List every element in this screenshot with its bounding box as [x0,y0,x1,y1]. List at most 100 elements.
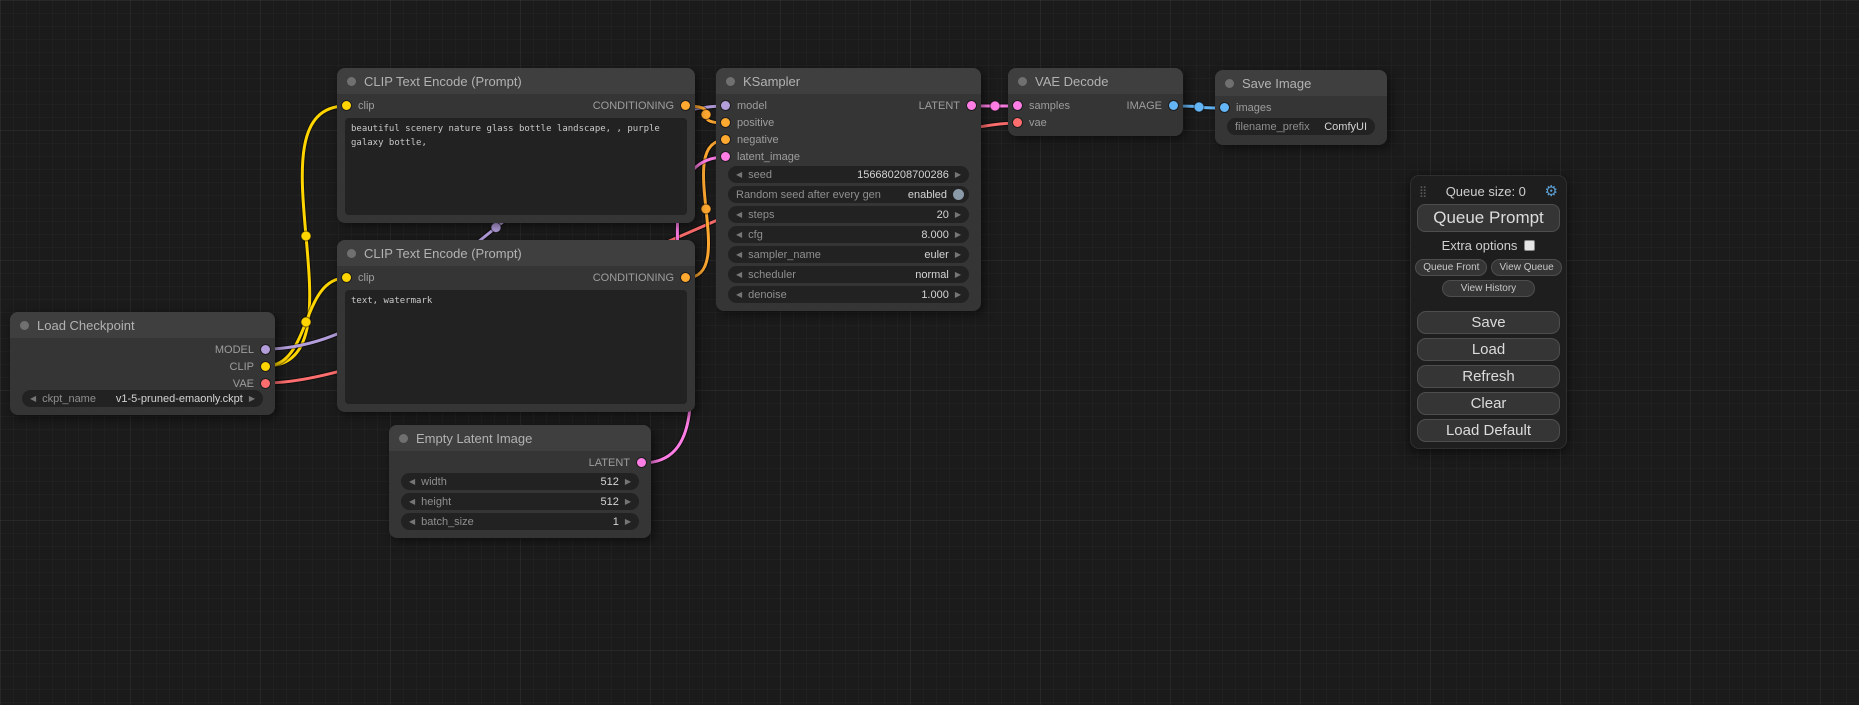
decrement-arrow-icon[interactable]: ◀ [736,230,742,239]
denoise-widget[interactable]: ◀ denoise 1.000 ▶ [728,286,969,303]
load-button[interactable]: Load [1417,338,1560,361]
prompt-textarea[interactable]: beautiful scenery nature glass bottle la… [345,118,687,215]
input-slot-model[interactable]: model [721,97,767,114]
toggle-knob[interactable] [953,189,964,200]
node-titlebar[interactable]: Load Checkpoint [10,312,275,338]
node-clip-text-encode-positive[interactable]: CLIP Text Encode (Prompt) clip CONDITION… [337,68,695,223]
decrement-arrow-icon[interactable]: ◀ [30,394,36,403]
output-slot-image[interactable]: IMAGE [1127,97,1178,114]
decrement-arrow-icon[interactable]: ◀ [409,517,415,526]
node-titlebar[interactable]: Empty Latent Image [389,425,651,451]
scheduler-widget[interactable]: ◀ scheduler normal ▶ [728,266,969,283]
seed-control-widget[interactable]: Random seed after every gen enabled [728,186,969,203]
input-slot-samples[interactable]: samples [1013,97,1070,114]
decrement-arrow-icon[interactable]: ◀ [409,497,415,506]
node-save-image[interactable]: Save Image images filename_prefix ComfyU… [1215,70,1387,145]
output-dot-image[interactable] [1169,101,1178,110]
output-slot-latent[interactable]: LATENT [919,97,976,114]
output-dot-conditioning[interactable] [681,273,690,282]
node-load-checkpoint[interactable]: Load Checkpoint MODEL CLIP VAE ◀ ckpt_na… [10,312,275,415]
view-queue-button[interactable]: View Queue [1491,259,1561,276]
decrement-arrow-icon[interactable]: ◀ [736,210,742,219]
output-dot-model[interactable] [261,345,270,354]
output-dot-clip[interactable] [261,362,270,371]
prompt-textarea[interactable]: text, watermark [345,290,687,404]
input-slot-negative[interactable]: negative [721,131,779,148]
queue-front-button[interactable]: Queue Front [1415,259,1487,276]
node-titlebar[interactable]: CLIP Text Encode (Prompt) [337,240,695,266]
load-default-button[interactable]: Load Default [1417,419,1560,442]
drag-handle-icon[interactable]: ⣿ [1419,185,1427,198]
output-slot-conditioning[interactable]: CONDITIONING [593,97,690,114]
increment-arrow-icon[interactable]: ▶ [955,290,961,299]
seed-widget[interactable]: ◀ seed 156680208700286 ▶ [728,166,969,183]
input-dot-model[interactable] [721,101,730,110]
ckpt-name-widget[interactable]: ◀ ckpt_name v1-5-pruned-emaonly.ckpt ▶ [22,390,263,407]
input-slot-positive[interactable]: positive [721,114,774,131]
node-titlebar[interactable]: CLIP Text Encode (Prompt) [337,68,695,94]
input-slot-clip[interactable]: clip [342,269,375,286]
increment-arrow-icon[interactable]: ▶ [955,170,961,179]
node-vae-decode[interactable]: VAE Decode samples vae IMAGE [1008,68,1183,136]
node-titlebar[interactable]: KSampler [716,68,981,94]
input-dot-clip[interactable] [342,101,351,110]
input-dot-samples[interactable] [1013,101,1022,110]
refresh-button[interactable]: Refresh [1417,365,1560,388]
increment-arrow-icon[interactable]: ▶ [955,270,961,279]
input-slot-vae[interactable]: vae [1013,114,1047,131]
height-widget[interactable]: ◀ height 512 ▶ [401,493,639,510]
input-slot-images[interactable]: images [1220,99,1271,116]
input-dot-negative[interactable] [721,135,730,144]
output-slot-conditioning[interactable]: CONDITIONING [593,269,690,286]
collapse-dot[interactable] [726,77,735,86]
clear-button[interactable]: Clear [1417,392,1560,415]
increment-arrow-icon[interactable]: ▶ [955,250,961,259]
increment-arrow-icon[interactable]: ▶ [625,477,631,486]
decrement-arrow-icon[interactable]: ◀ [409,477,415,486]
collapse-dot[interactable] [1225,79,1234,88]
collapse-dot[interactable] [347,249,356,258]
steps-widget[interactable]: ◀ steps 20 ▶ [728,206,969,223]
input-dot-images[interactable] [1220,103,1229,112]
decrement-arrow-icon[interactable]: ◀ [736,270,742,279]
cfg-widget[interactable]: ◀ cfg 8.000 ▶ [728,226,969,243]
input-dot-latent-image[interactable] [721,152,730,161]
input-dot-clip[interactable] [342,273,351,282]
increment-arrow-icon[interactable]: ▶ [955,210,961,219]
queue-panel-header[interactable]: ⣿ Queue size: 0 ⚙ [1417,182,1560,200]
width-widget[interactable]: ◀ width 512 ▶ [401,473,639,490]
collapse-dot[interactable] [1018,77,1027,86]
sampler-name-widget[interactable]: ◀ sampler_name euler ▶ [728,246,969,263]
increment-arrow-icon[interactable]: ▶ [625,497,631,506]
output-dot-vae[interactable] [261,379,270,388]
decrement-arrow-icon[interactable]: ◀ [736,290,742,299]
node-clip-text-encode-negative[interactable]: CLIP Text Encode (Prompt) clip CONDITION… [337,240,695,412]
settings-gear-icon[interactable]: ⚙ [1545,182,1558,200]
collapse-dot[interactable] [347,77,356,86]
queue-prompt-button[interactable]: Queue Prompt [1417,204,1560,232]
decrement-arrow-icon[interactable]: ◀ [736,250,742,259]
output-slot-model[interactable]: MODEL [215,341,270,358]
collapse-dot[interactable] [20,321,29,330]
output-slot-clip[interactable]: CLIP [230,358,270,375]
increment-arrow-icon[interactable]: ▶ [249,394,255,403]
output-slot-latent[interactable]: LATENT [589,454,646,471]
node-ksampler[interactable]: KSampler model positive negative latent_… [716,68,981,311]
node-titlebar[interactable]: Save Image [1215,70,1387,96]
output-dot-latent[interactable] [967,101,976,110]
increment-arrow-icon[interactable]: ▶ [955,230,961,239]
node-empty-latent-image[interactable]: Empty Latent Image LATENT ◀ width 512 ▶ … [389,425,651,538]
input-dot-vae[interactable] [1013,118,1022,127]
save-button[interactable]: Save [1417,311,1560,334]
collapse-dot[interactable] [399,434,408,443]
filename-prefix-widget[interactable]: filename_prefix ComfyUI [1227,118,1375,135]
node-canvas[interactable]: Load Checkpoint MODEL CLIP VAE ◀ ckpt_na… [0,0,1859,705]
output-dot-conditioning[interactable] [681,101,690,110]
decrement-arrow-icon[interactable]: ◀ [736,170,742,179]
view-history-button[interactable]: View History [1442,280,1535,297]
increment-arrow-icon[interactable]: ▶ [625,517,631,526]
output-dot-latent[interactable] [637,458,646,467]
node-titlebar[interactable]: VAE Decode [1008,68,1183,94]
batch-size-widget[interactable]: ◀ batch_size 1 ▶ [401,513,639,530]
input-dot-positive[interactable] [721,118,730,127]
